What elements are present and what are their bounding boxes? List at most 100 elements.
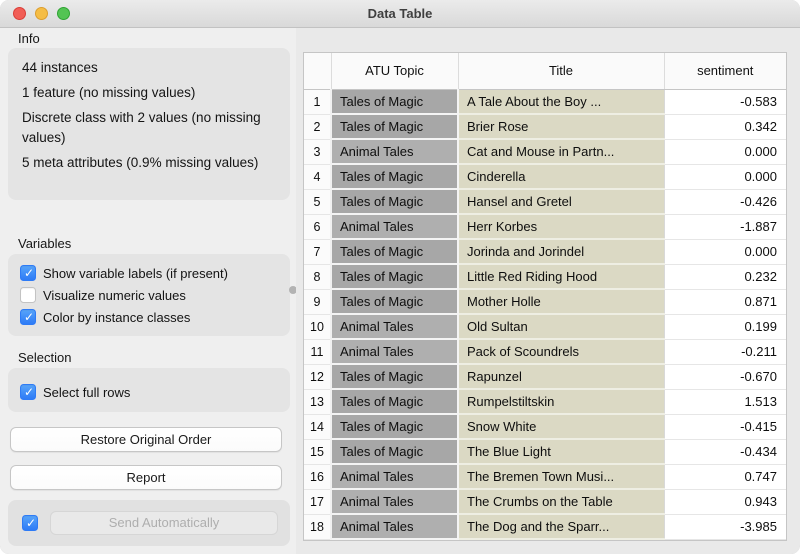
row-number-cell[interactable]: 8 [304, 264, 331, 289]
color-by-instance-classes-row[interactable]: Color by instance classes [20, 306, 280, 328]
title-cell[interactable]: Old Sultan [458, 314, 664, 339]
title-cell[interactable]: Cinderella [458, 164, 664, 189]
table-row[interactable]: 18 Animal Tales The Dog and the Sparr...… [304, 514, 786, 539]
titlebar[interactable]: Data Table [0, 0, 800, 28]
sentiment-cell[interactable]: -3.985 [664, 514, 786, 539]
row-number-cell[interactable]: 4 [304, 164, 331, 189]
title-cell[interactable]: Jorinda and Jorindel [458, 239, 664, 264]
title-cell[interactable]: Rumpelstiltskin [458, 389, 664, 414]
sentiment-cell[interactable]: 0.342 [664, 114, 786, 139]
sentiment-cell[interactable]: 1.513 [664, 389, 786, 414]
table-row[interactable]: 2 Tales of Magic Brier Rose 0.342 [304, 114, 786, 139]
title-cell[interactable]: Pack of Scoundrels [458, 339, 664, 364]
title-cell[interactable]: Snow White [458, 414, 664, 439]
sentiment-cell[interactable]: -0.415 [664, 414, 786, 439]
title-cell[interactable]: Hansel and Gretel [458, 189, 664, 214]
table-row[interactable]: 13 Tales of Magic Rumpelstiltskin 1.513 [304, 389, 786, 414]
sentiment-cell[interactable]: -0.583 [664, 89, 786, 114]
atu-topic-cell[interactable]: Tales of Magic [331, 239, 458, 264]
row-number-cell[interactable]: 3 [304, 139, 331, 164]
visualize-numeric-values-row[interactable]: Visualize numeric values [20, 284, 280, 306]
atu-topic-cell[interactable]: Animal Tales [331, 214, 458, 239]
title-cell[interactable]: The Dog and the Sparr... [458, 514, 664, 539]
sentiment-cell[interactable]: 0.000 [664, 239, 786, 264]
sentiment-cell[interactable]: 0.199 [664, 314, 786, 339]
row-number-cell[interactable]: 14 [304, 414, 331, 439]
title-cell[interactable]: Mother Holle [458, 289, 664, 314]
table-row[interactable]: 14 Tales of Magic Snow White -0.415 [304, 414, 786, 439]
row-number-cell[interactable]: 5 [304, 189, 331, 214]
row-number-cell[interactable]: 1 [304, 89, 331, 114]
select-full-rows-row[interactable]: Select full rows [20, 381, 280, 403]
table-row[interactable]: 16 Animal Tales The Bremen Town Musi... … [304, 464, 786, 489]
row-number-cell[interactable]: 9 [304, 289, 331, 314]
sentiment-cell[interactable]: 0.943 [664, 489, 786, 514]
color-by-instance-classes-checkbox[interactable] [20, 309, 36, 325]
table-row[interactable]: 17 Animal Tales The Crumbs on the Table … [304, 489, 786, 514]
column-header-title[interactable]: Title [458, 53, 664, 89]
table-row[interactable]: 15 Tales of Magic The Blue Light -0.434 [304, 439, 786, 464]
row-number-cell[interactable]: 10 [304, 314, 331, 339]
atu-topic-cell[interactable]: Tales of Magic [331, 439, 458, 464]
table-row[interactable]: 5 Tales of Magic Hansel and Gretel -0.42… [304, 189, 786, 214]
atu-topic-cell[interactable]: Animal Tales [331, 314, 458, 339]
table-row[interactable]: 7 Tales of Magic Jorinda and Jorindel 0.… [304, 239, 786, 264]
row-number-cell[interactable]: 7 [304, 239, 331, 264]
atu-topic-cell[interactable]: Animal Tales [331, 514, 458, 539]
table-row[interactable]: 10 Animal Tales Old Sultan 0.199 [304, 314, 786, 339]
atu-topic-cell[interactable]: Animal Tales [331, 139, 458, 164]
sentiment-cell[interactable]: -1.887 [664, 214, 786, 239]
row-number-cell[interactable]: 6 [304, 214, 331, 239]
atu-topic-cell[interactable]: Tales of Magic [331, 89, 458, 114]
table-row[interactable]: 11 Animal Tales Pack of Scoundrels -0.21… [304, 339, 786, 364]
show-variable-labels-row[interactable]: Show variable labels (if present) [20, 262, 280, 284]
sentiment-cell[interactable]: -0.426 [664, 189, 786, 214]
sentiment-cell[interactable]: 0.232 [664, 264, 786, 289]
table-row[interactable]: 4 Tales of Magic Cinderella 0.000 [304, 164, 786, 189]
atu-topic-cell[interactable]: Tales of Magic [331, 264, 458, 289]
atu-topic-cell[interactable]: Animal Tales [331, 339, 458, 364]
sentiment-cell[interactable]: 0.000 [664, 139, 786, 164]
sentiment-cell[interactable]: -0.211 [664, 339, 786, 364]
title-cell[interactable]: Rapunzel [458, 364, 664, 389]
report-button[interactable]: Report [10, 465, 282, 490]
atu-topic-cell[interactable]: Tales of Magic [331, 164, 458, 189]
send-automatically-checkbox[interactable] [22, 515, 38, 531]
row-number-cell[interactable]: 11 [304, 339, 331, 364]
table-row[interactable]: 6 Animal Tales Herr Korbes -1.887 [304, 214, 786, 239]
atu-topic-cell[interactable]: Tales of Magic [331, 114, 458, 139]
table-row[interactable]: 1 Tales of Magic A Tale About the Boy ..… [304, 89, 786, 114]
atu-topic-cell[interactable]: Tales of Magic [331, 389, 458, 414]
title-cell[interactable]: Cat and Mouse in Partn... [458, 139, 664, 164]
row-number-cell[interactable]: 12 [304, 364, 331, 389]
title-cell[interactable]: Herr Korbes [458, 214, 664, 239]
row-number-cell[interactable]: 18 [304, 514, 331, 539]
row-number-cell[interactable]: 16 [304, 464, 331, 489]
title-cell[interactable]: Little Red Riding Hood [458, 264, 664, 289]
atu-topic-cell[interactable]: Tales of Magic [331, 189, 458, 214]
sentiment-cell[interactable]: -0.670 [664, 364, 786, 389]
restore-original-order-button[interactable]: Restore Original Order [10, 427, 282, 452]
show-variable-labels-checkbox[interactable] [20, 265, 36, 281]
select-full-rows-checkbox[interactable] [20, 384, 36, 400]
table-row[interactable]: 9 Tales of Magic Mother Holle 0.871 [304, 289, 786, 314]
sentiment-cell[interactable]: 0.871 [664, 289, 786, 314]
atu-topic-cell[interactable]: Animal Tales [331, 489, 458, 514]
table-row[interactable]: 12 Tales of Magic Rapunzel -0.670 [304, 364, 786, 389]
sentiment-cell[interactable]: 0.000 [664, 164, 786, 189]
title-cell[interactable]: The Crumbs on the Table [458, 489, 664, 514]
table-row[interactable]: 8 Tales of Magic Little Red Riding Hood … [304, 264, 786, 289]
row-number-cell[interactable]: 17 [304, 489, 331, 514]
row-number-cell[interactable]: 13 [304, 389, 331, 414]
corner-header-cell[interactable] [304, 53, 331, 89]
atu-topic-cell[interactable]: Tales of Magic [331, 364, 458, 389]
title-cell[interactable]: The Blue Light [458, 439, 664, 464]
sentiment-cell[interactable]: -0.434 [664, 439, 786, 464]
title-cell[interactable]: Brier Rose [458, 114, 664, 139]
title-cell[interactable]: The Bremen Town Musi... [458, 464, 664, 489]
column-header-atu-topic[interactable]: ATU Topic [331, 53, 458, 89]
column-header-sentiment[interactable]: sentiment [664, 53, 786, 89]
title-cell[interactable]: A Tale About the Boy ... [458, 89, 664, 114]
sentiment-cell[interactable]: 0.747 [664, 464, 786, 489]
atu-topic-cell[interactable]: Tales of Magic [331, 289, 458, 314]
